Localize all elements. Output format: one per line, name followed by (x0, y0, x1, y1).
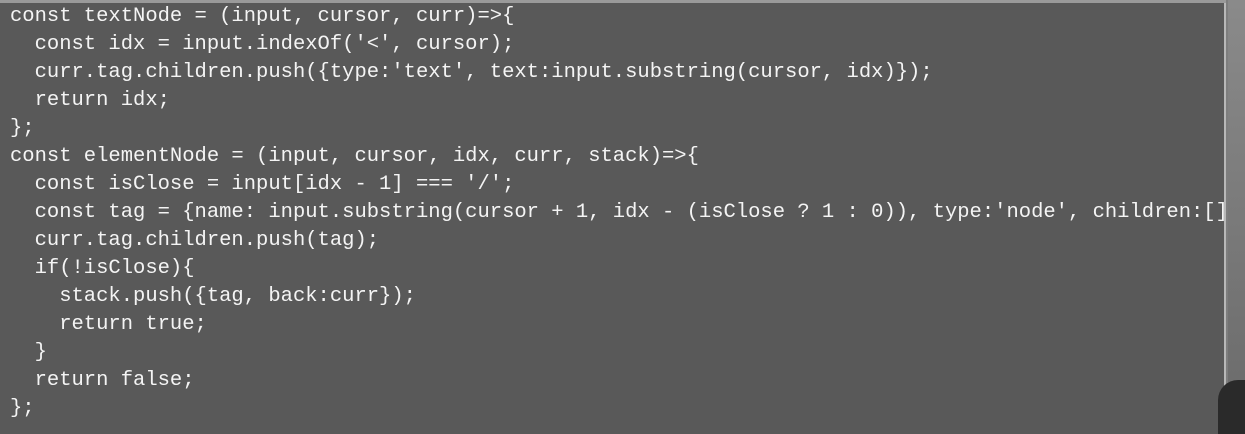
code-editor-panel: const textNode = (input, cursor, curr)=>… (0, 0, 1245, 434)
code-line-4: return idx; (10, 89, 170, 112)
code-block[interactable]: const textNode = (input, cursor, curr)=>… (10, 3, 1245, 423)
code-line-9: curr.tag.children.push(tag); (10, 229, 380, 252)
code-line-5: }; (10, 117, 35, 140)
code-line-15: }; (10, 397, 35, 420)
code-line-7: const isClose = input[idx - 1] === '/'; (10, 173, 515, 196)
code-line-6: const elementNode = (input, cursor, idx,… (10, 145, 699, 168)
code-line-12: return true; (10, 313, 207, 336)
code-line-11: stack.push({tag, back:curr}); (10, 285, 416, 308)
code-line-14: return false; (10, 369, 195, 392)
code-line-13: } (10, 341, 47, 364)
code-line-3: curr.tag.children.push({type:'text', tex… (10, 61, 933, 84)
code-line-8: const tag = {name: input.substring(curso… (10, 201, 1245, 224)
screen-right-edge (1228, 0, 1245, 434)
code-line-10: if(!isClose){ (10, 257, 195, 280)
presenter-shadow (1218, 380, 1245, 434)
code-line-1: const textNode = (input, cursor, curr)=>… (10, 5, 515, 28)
code-line-2: const idx = input.indexOf('<', cursor); (10, 33, 515, 56)
